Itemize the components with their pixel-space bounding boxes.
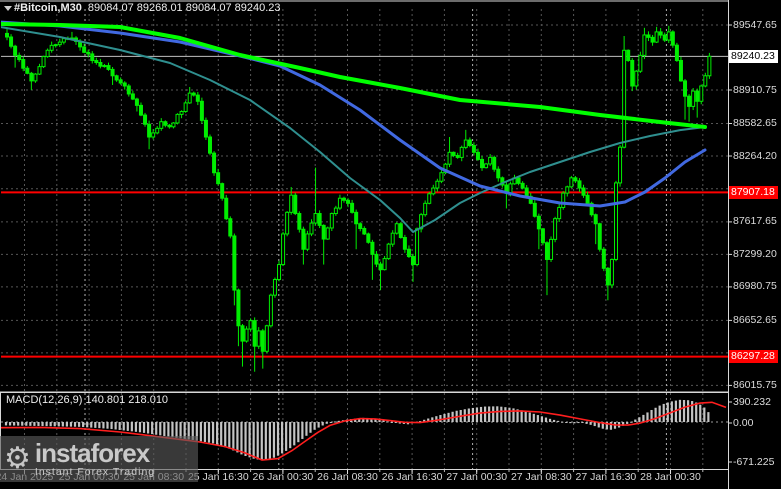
time-axis-label: 27 Jan 16:30 [575, 471, 637, 483]
chart-symbol: #Bitcoin,M30 [14, 2, 82, 14]
gear-icon: ⚙ [4, 442, 31, 475]
logo-text: instaforex [34, 437, 150, 468]
time-axis-label: 26 Jan 00:30 [252, 471, 314, 483]
dropdown-arrow-icon[interactable] [4, 6, 12, 11]
candlesticks [5, 25, 712, 372]
time-axis-label: 27 Jan 08:30 [510, 471, 572, 483]
time-axis-label: 27 Jan 00:30 [446, 471, 508, 483]
ma-lime [1, 22, 707, 129]
chart-title-bar: #Bitcoin,M30 89084.07 89268.01 89084.07 8… [14, 2, 281, 14]
time-axis-label: 26 Jan 08:30 [317, 471, 378, 483]
time-axis-label: 28 Jan 00:30 [640, 471, 701, 483]
mt4-chart-window: #Bitcoin,M30 89084.07 89268.01 89084.07 8… [0, 0, 781, 489]
candlestick-chart-canvas[interactable] [0, 0, 781, 489]
watermark-logo: ⚙ instaforex Instant Forex Trading [0, 436, 198, 482]
macd-indicator-label: MACD(12,26,9) 140.801 218.010 [6, 394, 169, 406]
chart-ohlc-values: 89084.07 89268.01 89084.07 89240.23 [87, 2, 281, 14]
logo-tagline: Instant Forex Trading [34, 465, 156, 478]
time-axis-label: 26 Jan 16:30 [381, 471, 443, 483]
